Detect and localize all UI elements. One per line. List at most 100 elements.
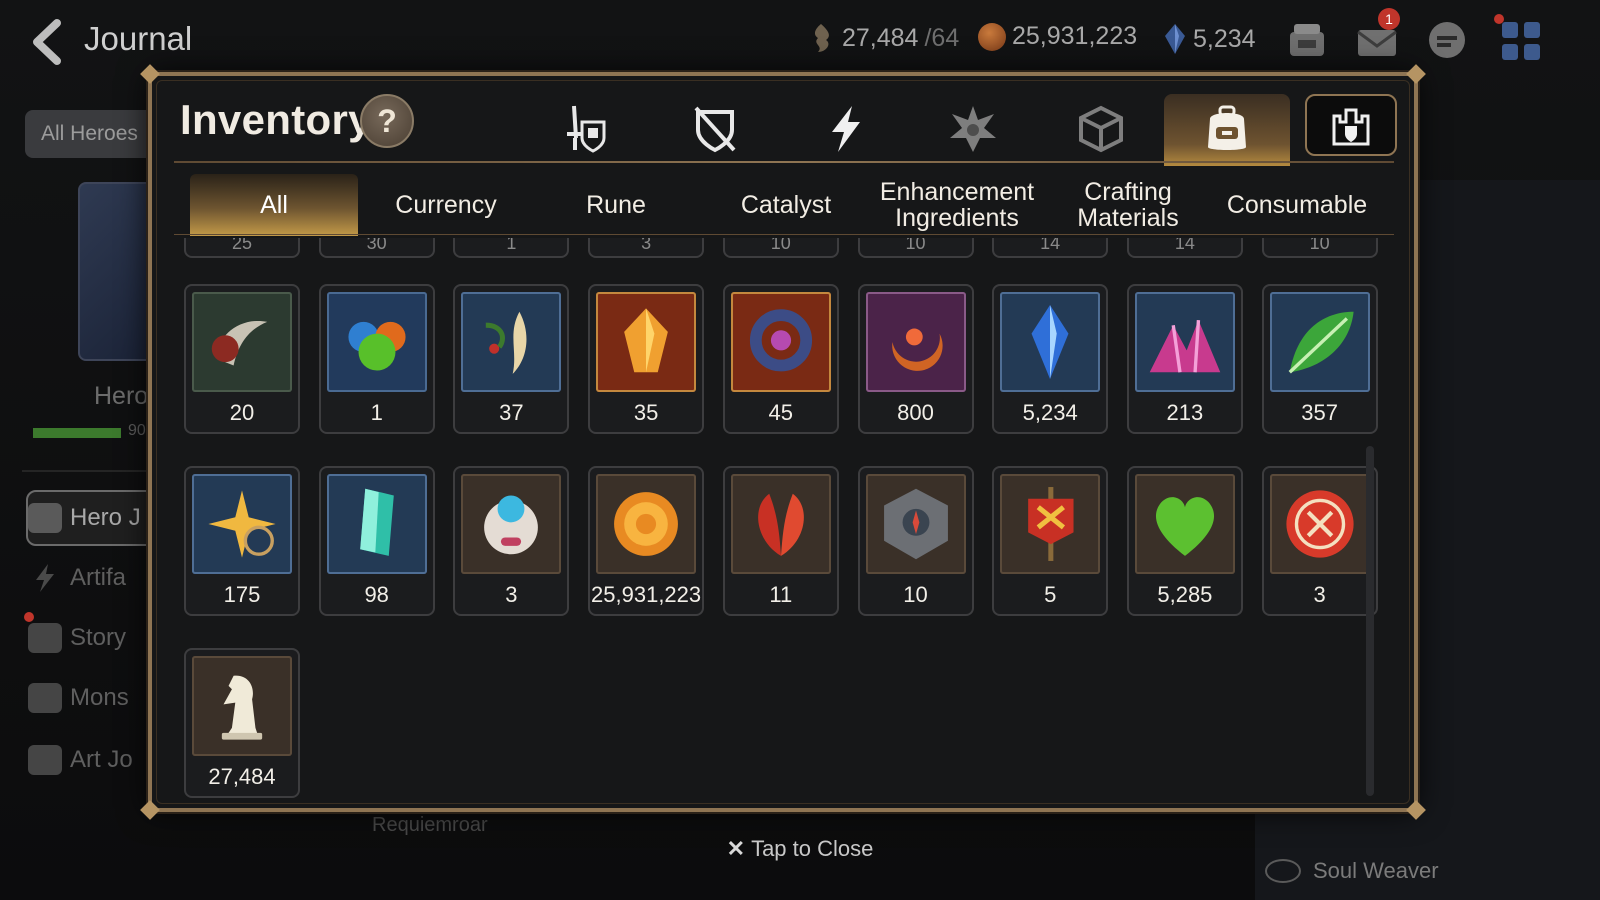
red-seal-icon bbox=[1285, 490, 1354, 558]
stamina-icon bbox=[814, 24, 829, 52]
inventory-item-partial[interactable]: 10 bbox=[722, 238, 839, 258]
art-journal-icon bbox=[28, 745, 62, 775]
sidebar-item-story[interactable]: Story bbox=[28, 612, 156, 664]
sidebar-divider bbox=[22, 470, 152, 472]
inventory-item[interactable]: 3 bbox=[1261, 466, 1378, 616]
inventory-item[interactable]: 1 bbox=[318, 284, 435, 434]
inventory-item[interactable]: 213 bbox=[1126, 284, 1243, 434]
inventory-item[interactable]: 35 bbox=[588, 284, 705, 434]
inventory-item-partial[interactable]: 3 bbox=[588, 238, 705, 258]
inventory-item[interactable]: 27,484 bbox=[184, 648, 300, 798]
skystone-display[interactable]: 5,234 bbox=[1163, 22, 1256, 56]
broken-shield-icon bbox=[694, 106, 736, 153]
tap-to-close[interactable]: ✕ Tap to Close bbox=[0, 836, 1600, 862]
inventory-item[interactable]: 37 bbox=[453, 284, 570, 434]
inventory-item[interactable]: 98 bbox=[318, 466, 435, 616]
subtab-consumable[interactable]: Consumable bbox=[1212, 174, 1382, 236]
hero-journal-icon bbox=[28, 503, 62, 533]
item-art bbox=[596, 474, 697, 574]
weapon-armor-tab[interactable] bbox=[554, 98, 616, 160]
back-button[interactable] bbox=[22, 14, 72, 70]
subtab-all[interactable]: All bbox=[190, 174, 358, 236]
scrollbar[interactable] bbox=[1366, 446, 1374, 796]
item-quantity: 25,931,223 bbox=[591, 582, 702, 607]
inventory-item-partial[interactable]: 25 bbox=[184, 238, 300, 258]
inventory-item[interactable]: 3 bbox=[453, 466, 570, 616]
top-bar: Journal 27,484/64 25,931,223 5,234 1 bbox=[0, 0, 1600, 80]
item-quantity: 1 bbox=[506, 238, 517, 253]
artifact-tab[interactable] bbox=[814, 98, 876, 160]
inventory-item[interactable]: 25,931,223 bbox=[588, 466, 705, 616]
crescent-emblem-icon bbox=[891, 328, 943, 371]
green-heart-icon bbox=[1155, 497, 1214, 556]
all-heroes-filter-button[interactable]: All Heroes bbox=[25, 110, 155, 158]
inventory-item[interactable]: 45 bbox=[722, 284, 839, 434]
item-quantity: 1 bbox=[370, 400, 383, 425]
item-art bbox=[1134, 292, 1235, 392]
accessory-tab[interactable] bbox=[684, 98, 746, 160]
chat-button[interactable] bbox=[1424, 18, 1470, 64]
hero-label: Hero bbox=[94, 382, 149, 410]
inventory-item-partial[interactable]: 1 bbox=[453, 238, 570, 258]
root-herb-icon bbox=[485, 311, 527, 374]
stamina-display[interactable]: 27,484/64 bbox=[806, 22, 959, 54]
menu-button[interactable] bbox=[1498, 18, 1544, 64]
subtab-enhancement-ingredients[interactable]: Enhancement Ingredients bbox=[872, 174, 1042, 236]
item-art bbox=[865, 474, 966, 574]
orbs-icon bbox=[348, 321, 406, 371]
sword-shield-icon bbox=[567, 105, 606, 153]
item-art bbox=[596, 292, 697, 392]
inventory-item-partial[interactable]: 30 bbox=[318, 238, 435, 258]
sidebar-item-hero-journal[interactable]: Hero J bbox=[26, 490, 158, 546]
item-quantity: 5,285 bbox=[1157, 582, 1213, 607]
page-title: Journal bbox=[84, 20, 193, 57]
subtab-catalyst[interactable]: Catalyst bbox=[702, 174, 870, 236]
subtab-crafting-materials[interactable]: Crafting Materials bbox=[1048, 174, 1208, 236]
grid-menu-icon bbox=[1502, 22, 1540, 60]
inventory-item-partial[interactable]: 14 bbox=[1126, 238, 1243, 258]
flame-crystal-icon bbox=[624, 308, 668, 373]
inventory-item-partial[interactable]: 14 bbox=[992, 238, 1109, 258]
knight-chess-icon bbox=[221, 675, 263, 740]
material-box-tab[interactable] bbox=[1070, 98, 1132, 160]
inventory-item-partial[interactable]: 10 bbox=[857, 238, 974, 258]
item-quantity: 10 bbox=[905, 238, 926, 253]
inventory-item[interactable]: 5 bbox=[992, 466, 1109, 616]
sidebar-item-label: Artifa bbox=[70, 564, 127, 591]
exclusive-equipment-tab[interactable] bbox=[942, 98, 1004, 160]
shop-button[interactable] bbox=[1284, 18, 1330, 64]
items-tab[interactable] bbox=[1164, 94, 1290, 166]
gold-value: 25,931,223 bbox=[1012, 22, 1138, 50]
item-art bbox=[192, 474, 292, 574]
help-button[interactable]: ? bbox=[360, 94, 414, 148]
inventory-item[interactable]: 800 bbox=[857, 284, 974, 434]
inventory-item[interactable]: 20 bbox=[184, 284, 300, 434]
item-art bbox=[1269, 474, 1370, 574]
subtab-currency[interactable]: Currency bbox=[362, 174, 530, 236]
inventory-grid[interactable]: 25 30 1 3 10 10 14 14 10 20 1 37 35 45 800 5,234 213 357… bbox=[178, 238, 1388, 798]
sidebar-item-artifact[interactable]: Artifa bbox=[28, 552, 156, 604]
shop-icon bbox=[1290, 24, 1324, 56]
storage-tab[interactable] bbox=[1305, 94, 1397, 156]
item-quantity: 37 bbox=[499, 400, 524, 425]
sidebar-item-art-journal[interactable]: Art Jo bbox=[28, 734, 156, 786]
item-art bbox=[1134, 474, 1235, 574]
red-leaves-icon bbox=[757, 493, 804, 556]
inventory-item[interactable]: 5,285 bbox=[1126, 466, 1243, 616]
gold-display[interactable]: 25,931,223 bbox=[978, 22, 1137, 51]
item-art bbox=[326, 292, 427, 392]
inventory-item-partial[interactable]: 10 bbox=[1261, 238, 1378, 258]
sidebar-item-monster[interactable]: Mons bbox=[28, 672, 156, 724]
inventory-item[interactable]: 10 bbox=[857, 466, 974, 616]
item-quantity: 14 bbox=[1040, 238, 1061, 253]
inventory-item[interactable]: 11 bbox=[722, 466, 839, 616]
skystone-icon bbox=[1165, 24, 1185, 54]
inventory-item[interactable]: 5,234 bbox=[992, 284, 1109, 434]
item-art bbox=[461, 292, 562, 392]
item-quantity: 3 bbox=[1313, 582, 1326, 607]
subtab-rune[interactable]: Rune bbox=[532, 174, 700, 236]
item-quantity: 5,234 bbox=[1022, 400, 1078, 425]
inventory-item[interactable]: 357 bbox=[1261, 284, 1378, 434]
item-art bbox=[192, 656, 292, 756]
inventory-item[interactable]: 175 bbox=[184, 466, 300, 616]
